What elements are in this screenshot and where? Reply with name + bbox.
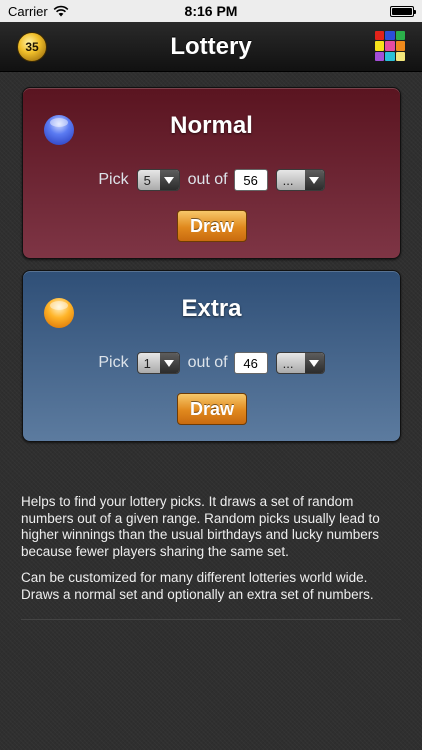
- page-title: Lottery: [170, 32, 252, 60]
- normal-pick-label: Pick: [98, 171, 129, 188]
- battery-icon: [390, 5, 416, 17]
- grid-cell-6: [395, 41, 405, 51]
- normal-draw-button[interactable]: Draw: [177, 210, 247, 242]
- chevron-down-icon: [159, 170, 179, 190]
- status-bar: Carrier 8:16 PM: [0, 0, 422, 22]
- extra-title: Extra: [181, 295, 242, 322]
- extra-preset-select[interactable]: ...: [275, 352, 325, 374]
- normal-outof-label: out of: [187, 171, 228, 188]
- grid-cell-2: [385, 31, 395, 41]
- grid-cell-7: [375, 51, 385, 61]
- extra-pick-row: Pick 1 out of 46 ...: [23, 351, 400, 375]
- navigation-bar: 35 Lottery: [0, 22, 422, 72]
- coin-badge[interactable]: 35: [17, 32, 47, 62]
- extra-draw-button[interactable]: Draw: [177, 393, 247, 425]
- description-paragraph-2: Can be customized for many different lot…: [21, 570, 374, 602]
- grid-cell-9: [395, 51, 405, 61]
- app-description: Helps to find your lottery picks. It dra…: [21, 494, 403, 613]
- normal-preset-value: ...: [282, 172, 294, 188]
- extra-card: Extra Pick 1 out of 46 ... Draw: [22, 270, 401, 442]
- grid-cell-4: [375, 41, 385, 51]
- color-grid-icon[interactable]: [375, 31, 405, 61]
- normal-pick-select[interactable]: 5: [136, 169, 180, 191]
- coin-count: 35: [25, 40, 39, 54]
- extra-preset-value: ...: [282, 355, 294, 371]
- grid-cell-5: [385, 41, 395, 51]
- divider: [21, 619, 401, 620]
- status-left: Carrier: [8, 4, 69, 19]
- normal-title: Normal: [170, 112, 253, 139]
- extra-outof-label: out of: [187, 354, 228, 371]
- normal-range-input[interactable]: 56: [233, 169, 268, 191]
- normal-pick-row: Pick 5 out of 56 ...: [23, 168, 400, 192]
- chevron-down-icon: [304, 353, 324, 373]
- normal-preset-select[interactable]: ...: [275, 169, 325, 191]
- wifi-icon: [53, 5, 69, 17]
- chevron-down-icon: [304, 170, 324, 190]
- description-paragraph-1: Helps to find your lottery picks. It dra…: [21, 494, 380, 559]
- normal-card: Normal Pick 5 out of 56 ... Draw: [22, 87, 401, 259]
- grid-cell-1: [375, 31, 385, 41]
- chevron-down-icon: [159, 353, 179, 373]
- extra-pick-select[interactable]: 1: [136, 352, 180, 374]
- extra-pick-label: Pick: [98, 354, 129, 371]
- grid-cell-3: [395, 31, 405, 41]
- extra-range-input[interactable]: 46: [233, 352, 268, 374]
- normal-pick-value: 5: [143, 172, 151, 188]
- grid-cell-8: [385, 51, 395, 61]
- carrier-label: Carrier: [8, 3, 48, 19]
- extra-pick-value: 1: [143, 355, 151, 371]
